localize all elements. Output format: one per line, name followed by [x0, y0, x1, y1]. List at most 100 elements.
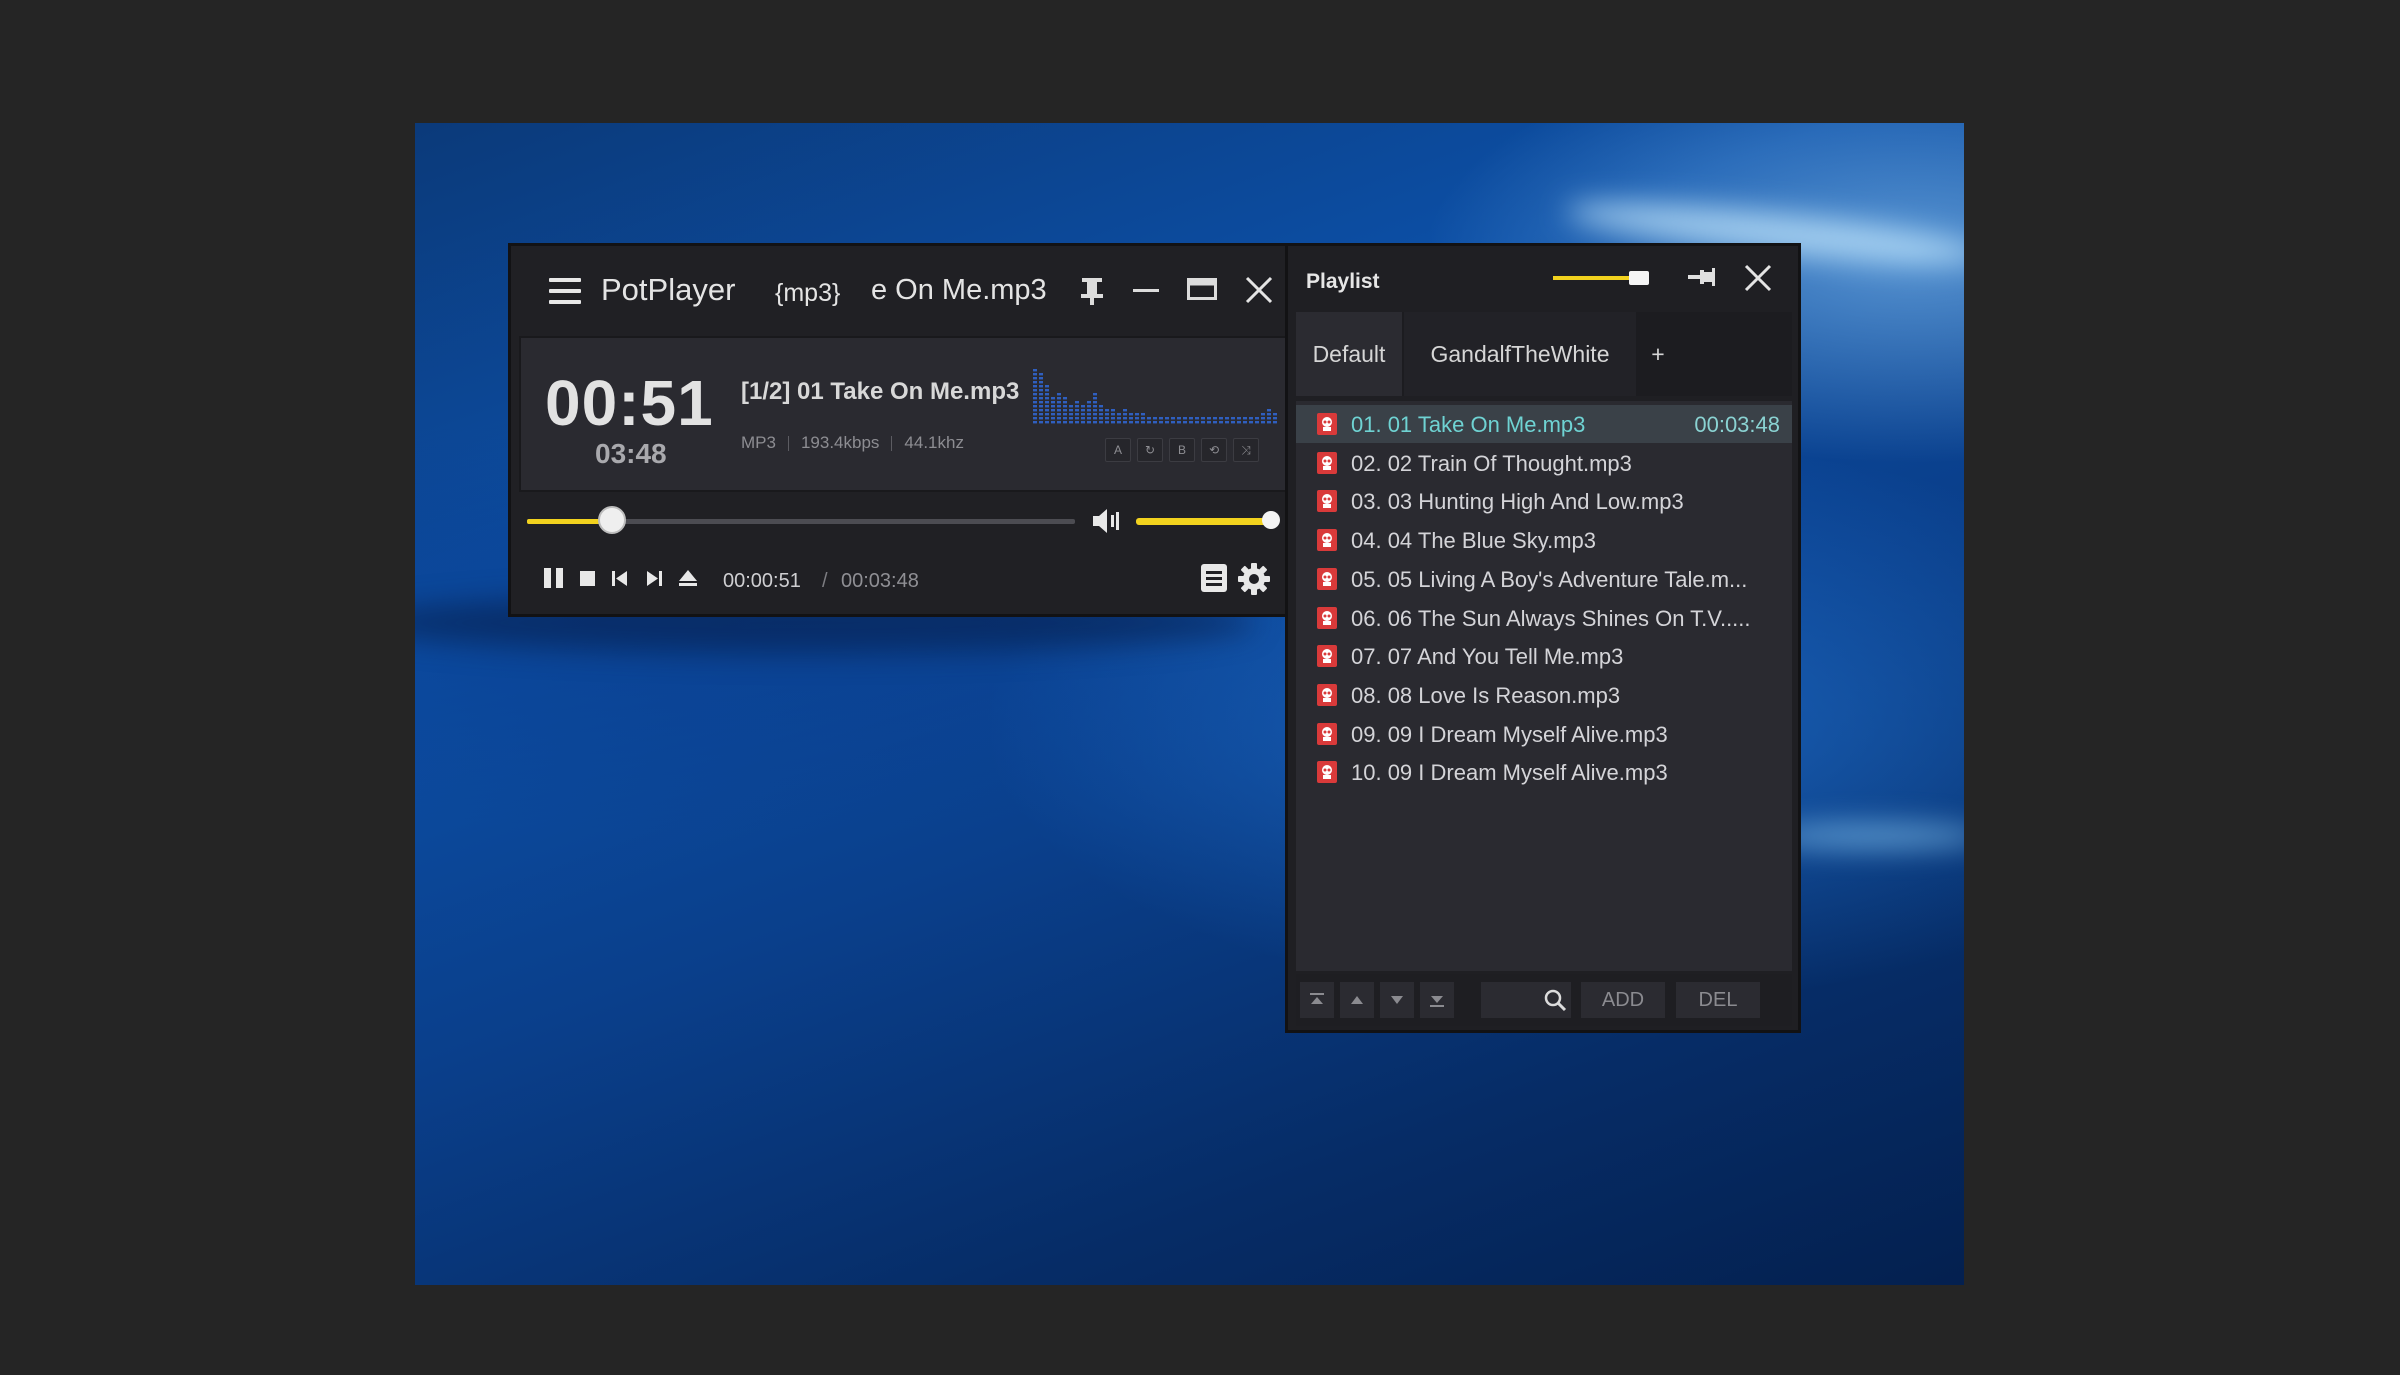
spectrum-bar: [1249, 417, 1253, 420]
spectrum-bar: [1267, 421, 1271, 424]
spectrum-bar: [1141, 421, 1145, 424]
spectrum-bar: [1045, 397, 1049, 400]
spectrum-bar: [1045, 393, 1049, 396]
spectrum-bar: [1171, 421, 1175, 424]
bitrate-label: 193.4kbps: [800, 433, 880, 452]
spectrum-bar: [1141, 413, 1145, 416]
elapsed-time-display: 00:51: [545, 367, 714, 439]
playlist-search[interactable]: [1481, 982, 1571, 1018]
spectrum-bar: [1135, 421, 1139, 424]
playlist-toggle-icon[interactable]: [1199, 562, 1229, 594]
spectrum-bar: [1261, 413, 1265, 416]
spectrum-bar: [1075, 405, 1079, 408]
spectrum-bar: [1105, 417, 1109, 420]
playlist-close-icon[interactable]: [1744, 264, 1772, 292]
previous-icon[interactable]: [607, 565, 633, 591]
spectrum-bar: [1033, 401, 1037, 404]
spectrum-bar: [1231, 421, 1235, 424]
playlist-item[interactable]: 05. 05 Living A Boy's Adventure Tale.m..…: [1296, 560, 1792, 598]
spectrum-bar: [1255, 421, 1259, 424]
move-top-icon[interactable]: [1300, 982, 1334, 1018]
playlist-item-name: 05. 05 Living A Boy's Adventure Tale.m..…: [1351, 566, 1748, 592]
add-button[interactable]: ADD: [1581, 982, 1665, 1018]
b-point-button[interactable]: B: [1169, 438, 1195, 462]
spectrum-bar: [1033, 373, 1037, 376]
volume-icon[interactable]: [1091, 506, 1121, 536]
spectrum-bar: [1033, 393, 1037, 396]
move-down-icon[interactable]: [1380, 982, 1414, 1018]
playlist-item[interactable]: 09. 09 I Dream Myself Alive.mp3: [1296, 715, 1792, 753]
playlist-item[interactable]: 10. 09 I Dream Myself Alive.mp3: [1296, 753, 1792, 791]
spectrum-bar: [1171, 417, 1175, 420]
seek-handle[interactable]: [597, 506, 626, 534]
spectrum-bar: [1081, 417, 1085, 420]
tab-gandalfthewhite[interactable]: GandalfTheWhite: [1404, 312, 1636, 396]
playlist-item[interactable]: 02. 02 Train Of Thought.mp3: [1296, 444, 1792, 482]
spectrum-bar: [1117, 413, 1121, 416]
pin-icon[interactable]: [1078, 276, 1106, 306]
settings-gear-icon[interactable]: [1237, 562, 1271, 596]
move-up-icon[interactable]: [1340, 982, 1374, 1018]
a-point-button[interactable]: A: [1105, 438, 1131, 462]
spectrum-bar: [1057, 397, 1061, 400]
next-icon[interactable]: [641, 565, 667, 591]
pause-icon[interactable]: [541, 565, 567, 591]
spectrum-bar: [1111, 413, 1115, 416]
playlist-item[interactable]: 07. 07 And You Tell Me.mp3: [1296, 637, 1792, 675]
spectrum-bar: [1249, 421, 1253, 424]
spectrum-bar: [1081, 405, 1085, 408]
spectrum-bar: [1093, 405, 1097, 408]
search-icon[interactable]: [1543, 988, 1567, 1012]
audio-file-icon: [1317, 451, 1337, 474]
spectrum-bar: [1099, 417, 1103, 420]
total-time: 00:03:48: [841, 570, 919, 592]
spectrum-bar: [1039, 401, 1043, 404]
spectrum-bar: [1063, 413, 1067, 416]
delete-button[interactable]: DEL: [1676, 982, 1760, 1018]
move-bottom-icon[interactable]: [1420, 982, 1454, 1018]
spectrum-bar: [1183, 417, 1187, 420]
minimize-icon[interactable]: [1133, 288, 1159, 294]
spectrum-bar: [1219, 421, 1223, 424]
dock-pin-icon[interactable]: [1686, 264, 1716, 290]
spectrum-bar: [1051, 401, 1055, 404]
playlist-item[interactable]: 04. 04 The Blue Sky.mp3: [1296, 521, 1792, 559]
current-time: 00:00:51: [723, 570, 801, 592]
shuffle-icon[interactable]: ⤨: [1233, 438, 1259, 462]
playlist-item[interactable]: 03. 03 Hunting High And Low.mp3: [1296, 482, 1792, 520]
format-label: MP3: [741, 433, 776, 452]
playlist-item[interactable]: 06. 06 The Sun Always Shines On T.V.....: [1296, 599, 1792, 637]
spectrum-bar: [1093, 397, 1097, 400]
close-icon[interactable]: [1245, 276, 1273, 304]
title-format: {mp3}: [775, 279, 841, 307]
spectrum-bar: [1093, 393, 1097, 396]
playlist-item-name: 02. 02 Train Of Thought.mp3: [1351, 450, 1632, 476]
spectrum-bar: [1033, 389, 1037, 392]
add-tab-button[interactable]: +: [1638, 312, 1678, 396]
playlist-opacity-handle[interactable]: [1629, 271, 1649, 285]
ab-repeat-icon[interactable]: ↻: [1137, 438, 1163, 462]
menu-icon[interactable]: [549, 278, 581, 304]
player-window: PotPlayer {mp3} e On Me.mp3 00:51 03:48 …: [508, 243, 1300, 617]
spectrum-bar: [1039, 381, 1043, 384]
volume-handle[interactable]: [1261, 511, 1280, 529]
player-titlebar[interactable]: PotPlayer {mp3} e On Me.mp3: [511, 246, 1297, 336]
spectrum-bar: [1177, 417, 1181, 420]
tab-default[interactable]: Default: [1296, 312, 1402, 396]
spectrum-bar: [1123, 421, 1127, 424]
spectrum-bar: [1039, 397, 1043, 400]
stop-icon[interactable]: [575, 565, 601, 591]
volume-level: [1136, 518, 1271, 525]
maximize-icon[interactable]: [1187, 278, 1217, 300]
spectrum-bar: [1273, 417, 1277, 420]
playlist-title: Playlist: [1306, 270, 1380, 293]
playlist-item[interactable]: 01. 01 Take On Me.mp3 00:03:48: [1296, 405, 1792, 443]
spectrum-bar: [1189, 417, 1193, 420]
spectrum-bar: [1087, 421, 1091, 424]
eject-icon[interactable]: [675, 565, 701, 591]
playlist-item-name: 04. 04 The Blue Sky.mp3: [1351, 528, 1596, 554]
repeat-icon[interactable]: ⟲: [1201, 438, 1227, 462]
spectrum-bar: [1099, 413, 1103, 416]
volume-slider[interactable]: [1136, 518, 1278, 525]
playlist-item[interactable]: 08. 08 Love Is Reason.mp3: [1296, 676, 1792, 714]
